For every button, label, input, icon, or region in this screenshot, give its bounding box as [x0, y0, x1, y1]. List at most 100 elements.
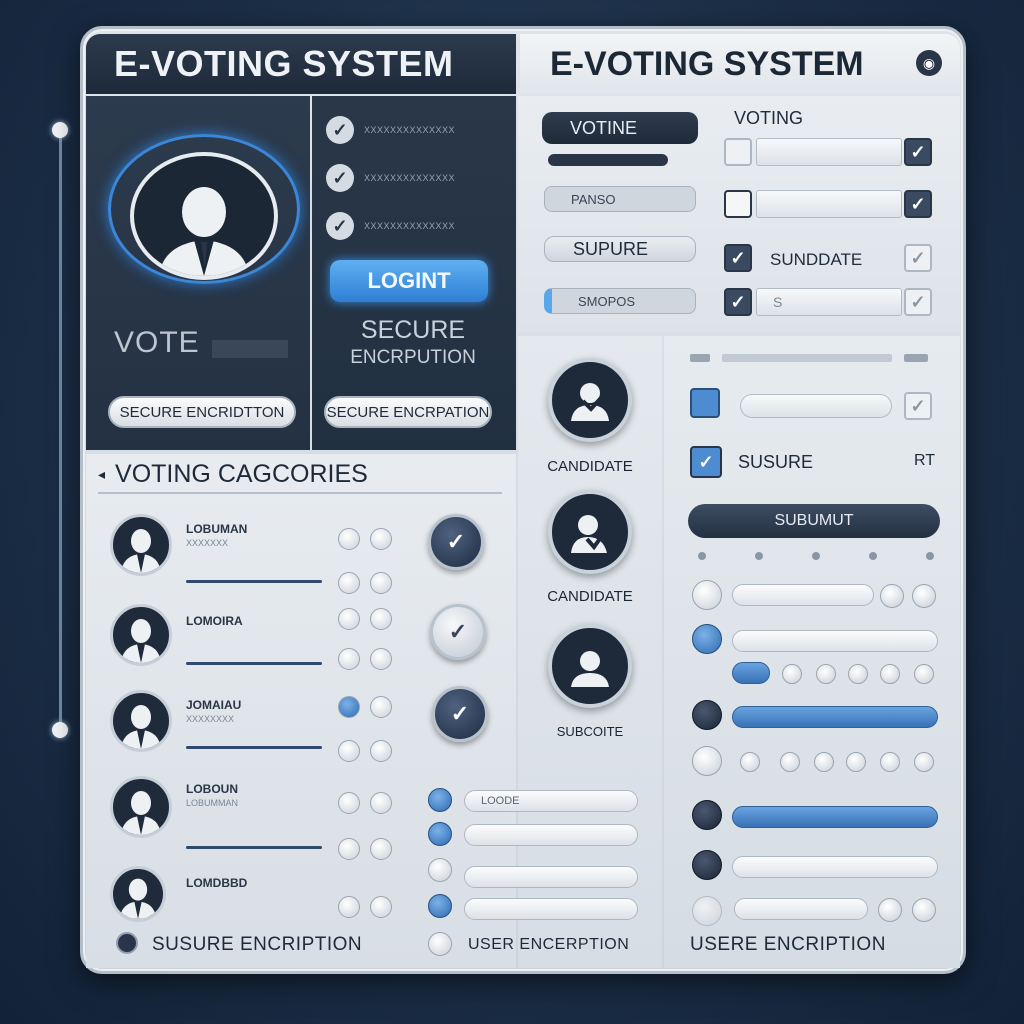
slider-row-toggle[interactable] [692, 700, 722, 730]
slider-track-filled[interactable] [732, 706, 938, 728]
side-rail-knob-bottom[interactable] [52, 722, 68, 738]
voting-field-1[interactable] [756, 138, 902, 166]
susure-label: SUSURE [738, 452, 814, 472]
submit-button[interactable]: SUBUMUT [688, 504, 940, 538]
option-dot[interactable] [370, 740, 392, 762]
page-title-right: E-VOTING SYSTEM [520, 34, 960, 94]
secure-encryption-pill-right[interactable]: SECURE ENCRPATION [324, 396, 492, 428]
susure-checkbox[interactable]: ✓ [690, 446, 722, 478]
slider-track-short[interactable] [732, 662, 770, 684]
option-dot[interactable] [370, 572, 392, 594]
slider-dot[interactable] [914, 664, 934, 684]
option-dot-selected[interactable] [338, 696, 360, 718]
category-name: LOBUMAN [186, 522, 248, 536]
vote-check-button[interactable]: ✓ [428, 514, 484, 570]
s-checkbox[interactable]: ✓ [904, 288, 932, 316]
dot-circle-icon[interactable]: ◉ [916, 50, 942, 76]
list-radio[interactable] [428, 858, 452, 882]
slider-dot[interactable] [878, 898, 902, 922]
feature-checklist: ✓ XXXXXXXXXXXXXX ✓ XXXXXXXXXXXXXX ✓ XXXX… [326, 116, 455, 240]
slider-row-toggle[interactable] [692, 850, 722, 880]
option-dot[interactable] [338, 572, 360, 594]
slider-dot[interactable] [782, 664, 802, 684]
slider-row-toggle[interactable] [692, 624, 722, 654]
s-field[interactable]: S [756, 288, 902, 316]
supure-checkbox[interactable]: ✓ [724, 244, 752, 272]
slider-dot[interactable] [912, 898, 936, 922]
smopos-checkbox[interactable]: ✓ [724, 288, 752, 316]
chevron-right-icon: ◂ [98, 465, 106, 482]
login-button[interactable]: LOGINT [330, 260, 488, 302]
list-bar[interactable] [464, 898, 638, 920]
vote-check-button[interactable]: ✓ [432, 686, 488, 742]
voting-field-2[interactable] [756, 190, 902, 218]
list-bar[interactable]: LOODE [464, 790, 638, 812]
voting-checkbox-2b[interactable]: ✓ [904, 190, 932, 218]
slider-dot[interactable] [780, 752, 800, 772]
slider-row-toggle[interactable] [692, 580, 722, 610]
slider-dot[interactable] [816, 664, 836, 684]
slider-dot[interactable] [880, 752, 900, 772]
slider-track-filled[interactable] [732, 806, 938, 828]
option-dot[interactable] [338, 608, 360, 630]
list-bar[interactable] [464, 824, 638, 846]
voting-checkbox-1b[interactable]: ✓ [904, 138, 932, 166]
slider-track[interactable] [732, 584, 874, 606]
slider-dot[interactable] [880, 664, 900, 684]
candidate-icon[interactable] [548, 358, 632, 442]
candidate-icon[interactable] [548, 624, 632, 708]
slider-dot[interactable] [740, 752, 760, 772]
supure-tag[interactable]: SUPURE [544, 236, 696, 262]
option-dot[interactable] [370, 792, 392, 814]
option-dot[interactable] [338, 740, 360, 762]
slider-dot[interactable] [914, 752, 934, 772]
list-radio[interactable] [428, 822, 452, 846]
option-dot[interactable] [338, 838, 360, 860]
option-dot[interactable] [370, 838, 392, 860]
option-dot[interactable] [370, 896, 392, 918]
list-radio[interactable] [428, 932, 452, 956]
option-field[interactable] [740, 394, 892, 418]
candidate-label: SUBCOITE [556, 724, 624, 739]
slider-dot[interactable] [880, 584, 904, 608]
list-bar[interactable] [464, 866, 638, 888]
option-square-blue[interactable] [690, 388, 720, 418]
slider-dot[interactable] [912, 584, 936, 608]
option-dot[interactable] [370, 648, 392, 670]
category-row [110, 866, 166, 922]
list-radio[interactable] [428, 788, 452, 812]
option-dot[interactable] [338, 648, 360, 670]
side-rail-knob-top[interactable] [52, 122, 68, 138]
slider-row-toggle[interactable] [692, 746, 722, 776]
slider-track[interactable] [732, 856, 938, 878]
slider-row-toggle[interactable] [692, 800, 722, 830]
list-radio[interactable] [428, 894, 452, 918]
slider-dot[interactable] [814, 752, 834, 772]
votine-tag[interactable]: VOTINE [542, 112, 698, 144]
slider-dot[interactable] [848, 664, 868, 684]
slider-track[interactable] [734, 898, 868, 920]
option-dot[interactable] [338, 896, 360, 918]
vote-check-button[interactable]: ✓ [430, 604, 486, 660]
secure-encryption-pill-left[interactable]: SECURE ENCRIDTTON [108, 396, 296, 428]
panso-pill[interactable]: PANSO [544, 186, 696, 212]
voting-checkbox-1[interactable] [724, 138, 752, 166]
slider-dot[interactable] [846, 752, 866, 772]
option-dot[interactable] [370, 528, 392, 550]
option-dot[interactable] [370, 608, 392, 630]
sundidate-checkbox[interactable]: ✓ [904, 244, 932, 272]
option-dot[interactable] [370, 696, 392, 718]
candidate-icon[interactable] [548, 490, 632, 574]
voting-checkbox-2[interactable] [724, 190, 752, 218]
option-checkbox[interactable]: ✓ [904, 392, 932, 420]
option-dot[interactable] [338, 792, 360, 814]
slider-track[interactable] [732, 630, 938, 652]
smopos-pill[interactable]: SMOPOS [544, 288, 696, 314]
option-dot[interactable] [338, 528, 360, 550]
category-row [110, 604, 172, 666]
person-icon [110, 604, 172, 666]
candidate-label: CANDIDATE [547, 458, 633, 475]
category-row [110, 514, 172, 576]
slider-row-toggle[interactable] [692, 896, 722, 926]
category-name: LOBOUN [186, 782, 238, 796]
